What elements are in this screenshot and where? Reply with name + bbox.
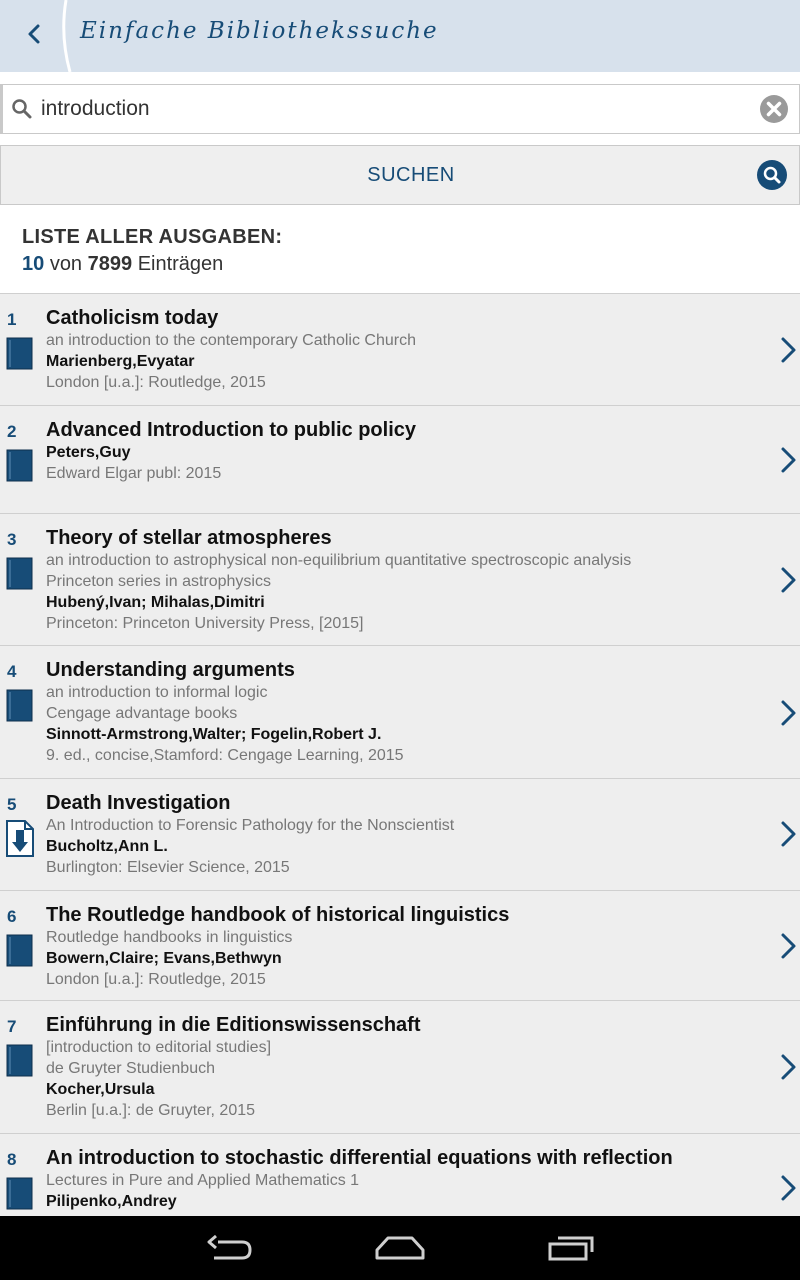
result-author: Peters,Guy <box>46 444 131 461</box>
book-icon <box>6 689 33 722</box>
result-title: Catholicism today <box>46 307 219 329</box>
result-author: Sinnott-Armstrong,Walter; Fogelin,Robert… <box>46 726 382 743</box>
page-title: Einfache Bibliothekssuche <box>80 18 439 44</box>
result-number: 4 <box>7 662 17 681</box>
result-title: Theory of stellar atmospheres <box>46 527 332 549</box>
book-icon <box>6 337 33 370</box>
book-icon <box>6 934 33 967</box>
search-circle-icon <box>757 160 787 190</box>
result-publication: Burlington: Elsevier Science, 2015 <box>46 859 290 876</box>
app-header: Einfache Bibliothekssuche <box>0 0 800 72</box>
result-number: 7 <box>7 1017 17 1036</box>
result-author: Bucholtz,Ann L. <box>46 838 168 855</box>
result-author: Pilipenko,Andrey <box>46 1193 177 1210</box>
result-subtitle: an introduction to informal logic <box>46 684 268 701</box>
result-series: Routledge handbooks in linguistics <box>46 929 293 946</box>
result-publication: 9. ed., concise,Stamford: Cengage Learni… <box>46 747 404 764</box>
result-publication: Edward Elgar publ: 2015 <box>46 465 222 482</box>
search-input[interactable] <box>41 93 741 125</box>
result-number: 6 <box>7 907 17 926</box>
result-publication: London [u.a.]: Routledge, 2015 <box>46 971 266 988</box>
result-item[interactable]: 7 Einführung in die Editionswissenschaft… <box>0 1001 800 1134</box>
result-title: The Routledge handbook of historical lin… <box>46 904 510 926</box>
search-icon <box>12 99 32 119</box>
result-number: 2 <box>7 422 17 441</box>
result-subtitle: [introduction to editorial studies] <box>46 1039 272 1056</box>
result-item[interactable]: 4 Understanding arguments an introductio… <box>0 646 800 779</box>
chevron-right-icon <box>781 337 796 363</box>
result-series: de Gruyter Studienbuch <box>46 1060 215 1077</box>
search-submit-label: SUCHEN <box>367 164 455 186</box>
result-list-heading: LISTE ALLER AUSGABEN: <box>22 226 283 248</box>
result-item[interactable]: 1 Catholicism today an introduction to t… <box>0 294 800 406</box>
result-series: Cengage advantage books <box>46 705 238 722</box>
result-author: Bowern,Claire; Evans,Bethwyn <box>46 950 282 967</box>
result-count-entries: Einträgen <box>137 253 224 275</box>
result-number: 5 <box>7 795 17 814</box>
chevron-right-icon <box>781 1054 796 1080</box>
result-subtitle: An Introduction to Forensic Pathology fo… <box>46 817 455 834</box>
chevron-right-icon <box>781 567 796 593</box>
chevron-right-icon <box>781 1175 796 1201</box>
result-number: 8 <box>7 1150 17 1169</box>
result-subtitle: an introduction to the contemporary Cath… <box>46 332 416 349</box>
result-count: 10 von 7899 Einträgen <box>22 253 282 276</box>
result-item[interactable]: 5 Death Investigation An Introduction to… <box>0 779 800 891</box>
nav-home-icon[interactable] <box>374 1232 426 1264</box>
result-count-of: von <box>49 253 83 275</box>
system-nav-bar <box>0 1216 800 1280</box>
result-title: Death Investigation <box>46 792 231 814</box>
chevron-right-icon <box>781 821 796 847</box>
chevron-right-icon <box>781 933 796 959</box>
result-title: Advanced Introduction to public policy <box>46 419 417 441</box>
result-item[interactable]: 6 The Routledge handbook of historical l… <box>0 891 800 1001</box>
book-icon <box>6 449 33 482</box>
book-icon <box>6 557 33 590</box>
result-subtitle: an introduction to astrophysical non-equ… <box>46 552 632 569</box>
result-list: 1 Catholicism today an introduction to t… <box>0 294 800 1234</box>
result-series: Princeton series in astrophysics <box>46 573 271 590</box>
header-divider <box>62 0 72 72</box>
search-field[interactable] <box>0 84 800 134</box>
nav-recents-icon[interactable] <box>546 1232 598 1264</box>
result-author: Kocher,Ursula <box>46 1081 155 1098</box>
chevron-right-icon <box>781 700 796 726</box>
result-count-total: 7899 <box>87 253 133 275</box>
clear-search-icon[interactable] <box>759 94 789 124</box>
chevron-right-icon <box>781 447 796 473</box>
result-item[interactable]: 3 Theory of stellar atmospheres an intro… <box>0 514 800 646</box>
ebook-download-icon <box>6 820 34 857</box>
search-submit-button[interactable]: SUCHEN <box>0 145 800 205</box>
result-item[interactable]: 2 Advanced Introduction to public policy… <box>0 406 800 514</box>
result-number: 3 <box>7 530 17 549</box>
result-title: Einführung in die Editionswissenschaft <box>46 1014 421 1036</box>
result-count-shown: 10 <box>22 253 45 275</box>
result-author: Hubený,Ivan; Mihalas,Dimitri <box>46 594 265 611</box>
result-series: Lectures in Pure and Applied Mathematics… <box>46 1172 360 1189</box>
result-summary: LISTE ALLER AUSGABEN: 10 von 7899 Einträ… <box>22 226 282 276</box>
book-icon <box>6 1044 33 1077</box>
nav-back-icon[interactable] <box>204 1232 256 1264</box>
result-author: Marienberg,Evyatar <box>46 353 195 370</box>
book-icon <box>6 1177 33 1210</box>
result-number: 1 <box>7 310 17 329</box>
back-chevron-icon <box>28 24 40 44</box>
result-publication: Berlin [u.a.]: de Gruyter, 2015 <box>46 1102 256 1119</box>
result-publication: London [u.a.]: Routledge, 2015 <box>46 374 266 391</box>
result-title: Understanding arguments <box>46 659 295 681</box>
result-title: An introduction to stochastic differenti… <box>46 1147 673 1169</box>
result-publication: Princeton: Princeton University Press, [… <box>46 615 364 632</box>
